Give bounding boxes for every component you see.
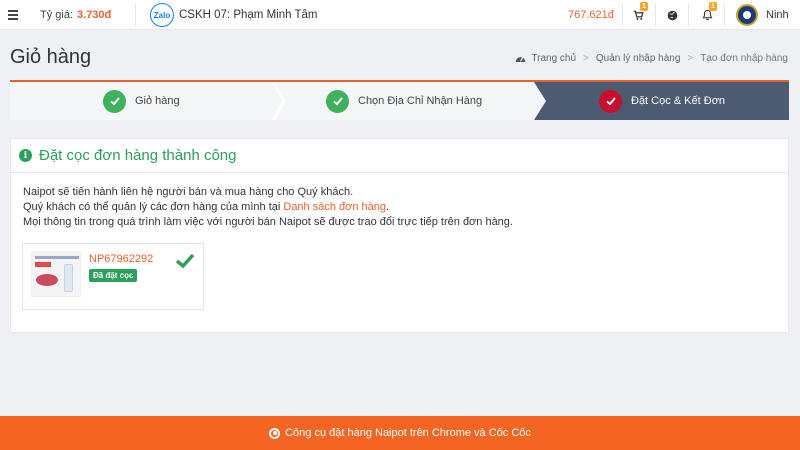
breadcrumb-separator: > (687, 53, 694, 64)
notification-button[interactable]: 1 (692, 0, 722, 30)
info-line: Quý khách có thể quản lý các đơn hàng củ… (23, 200, 776, 215)
order-code-link[interactable]: NP67962292 (89, 253, 153, 265)
info-line: Mọi thông tin trong quá trình làm việc v… (23, 216, 513, 228)
user-name: Ninh (766, 9, 789, 21)
card-title: Đặt cọc đơn hàng thành công (39, 147, 237, 164)
info-text: Quý khách có thể quản lý các đơn hàng củ… (23, 201, 284, 213)
info-line: Naipot sẽ tiến hành liên hệ người bán và… (23, 186, 354, 198)
exchange-rate: Tỷ giá: 3.730đ (40, 0, 111, 30)
divider (724, 4, 725, 26)
step-deposit[interactable]: Đặt Cọc & Kết Đơn (599, 82, 725, 120)
support-label: CSKH 07: Phạm Minh Tâm (179, 9, 318, 21)
breadcrumb-separator: > (583, 53, 589, 64)
exchange-rate-value: 3.730đ (77, 9, 112, 21)
notification-badge: 1 (709, 2, 717, 11)
dashboard-icon (516, 57, 526, 62)
zalo-support[interactable]: Zalo CSKH 07: Phạm Minh Tâm (150, 0, 317, 30)
step-address[interactable]: Chọn Địa Chỉ Nhận Hàng (326, 82, 482, 120)
cart-badge: 1 (640, 2, 648, 11)
chrome-icon (269, 427, 281, 439)
breadcrumb-import-management[interactable]: Quản lý nhập hàng (596, 53, 681, 64)
breadcrumb-current: Tạo đơn nhập hàng (700, 53, 788, 64)
top-bar: Tỷ giá: 3.730đ Zalo CSKH 07: Phạm Minh T… (0, 0, 800, 30)
user-menu[interactable]: Ninh (736, 0, 789, 30)
card-header: i Đặt cọc đơn hàng thành công (11, 139, 788, 173)
breadcrumb-home[interactable]: Trang chủ (531, 53, 576, 64)
card-body: Naipot sẽ tiến hành liên hệ người bán và… (11, 173, 788, 242)
status-badge: Đã đặt cọc (89, 269, 138, 282)
product-thumbnail (31, 251, 81, 297)
extension-promo-bar[interactable]: Công cụ đặt hàng Naipot trên Chrome và C… (0, 416, 800, 450)
check-icon (599, 89, 622, 113)
account-balance: 767.621đ (568, 9, 614, 21)
step-label: Giỏ hàng (135, 95, 180, 107)
divider (655, 4, 656, 26)
breadcrumb: Trang chủ > Quản lý nhập hàng > Tạo đơn … (515, 53, 788, 64)
page-title: Giỏ hàng (10, 46, 92, 68)
promo-text: Công cụ đặt hàng Naipot trên Chrome và C… (285, 427, 531, 439)
info-icon: i (19, 149, 32, 162)
divider (688, 4, 689, 26)
order-list-link[interactable]: Danh sách đơn hàng (283, 201, 386, 213)
globe-icon (667, 10, 677, 20)
menu-icon[interactable] (6, 0, 20, 30)
checkout-steps: Giỏ hàng Chọn Địa Chỉ Nhận Hàng Đặt Cọc … (10, 80, 789, 120)
divider (135, 4, 136, 26)
zalo-icon: Zalo (150, 3, 174, 27)
info-text: . (386, 201, 390, 213)
exchange-rate-label: Tỷ giá: (40, 9, 74, 21)
order-item[interactable]: NP67962292 Đã đặt cọc (22, 243, 204, 310)
step-separator (272, 82, 286, 120)
step-label: Đặt Cọc & Kết Đơn (631, 95, 726, 107)
avatar (736, 4, 758, 26)
deposit-success-card: i Đặt cọc đơn hàng thành công Naipot sẽ … (10, 138, 789, 333)
cart-icon (633, 10, 644, 20)
check-icon (326, 89, 349, 113)
step-label: Chọn Địa Chỉ Nhận Hàng (358, 95, 483, 107)
language-button[interactable] (657, 0, 687, 30)
step-cart[interactable]: Giỏ hàng (103, 82, 180, 120)
cart-button[interactable]: 1 (623, 0, 653, 30)
check-icon (103, 89, 126, 113)
success-check-icon (175, 253, 195, 269)
